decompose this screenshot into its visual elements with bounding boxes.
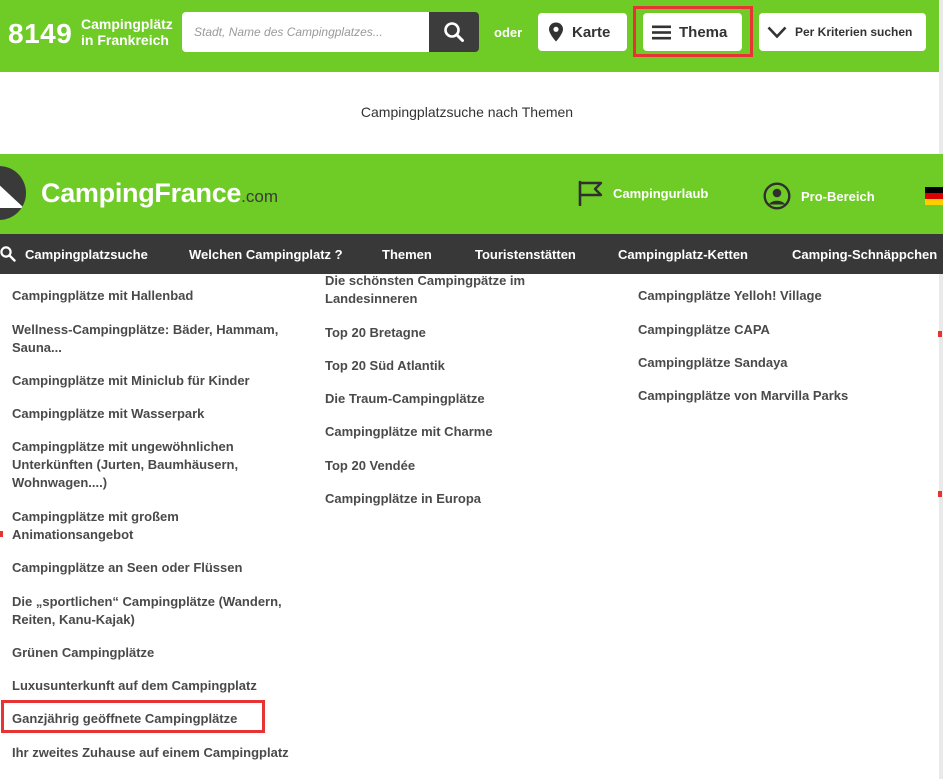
german-flag-icon[interactable] [925,187,943,205]
edge-marker [938,331,942,337]
search-icon [444,22,464,42]
nav-item-campingplatzsuche[interactable]: Campingplatzsuche [25,247,148,262]
pro-area-label: Pro-Bereich [801,188,875,204]
logo-mark[interactable] [0,166,26,220]
edge-marker [938,491,942,497]
theme-link-top20-sued-atlantik[interactable]: Top 20 Süd Atlantik [325,357,585,375]
flag-icon [578,180,603,206]
or-label: oder [494,25,523,40]
menu-icon [652,25,671,39]
search-button[interactable] [429,12,479,52]
theme-link-wellness[interactable]: Wellness-Campingplätze: Bäder, Hammam, S… [12,321,294,357]
campsite-count-label: Campingplätz in Frankreich [81,16,181,48]
theme-link-hallenbad[interactable]: Campingplätze mit Hallenbad [12,287,302,305]
campsite-count: 8149 [8,18,73,49]
logo-suffix: .com [241,187,278,206]
user-circle-icon [763,182,791,210]
nav-item-campingplatz-ketten[interactable]: Campingplatz-Ketten [618,247,748,262]
theme-link-europa[interactable]: Campingplätze in Europa [325,490,585,508]
nav-item-camping-schnaeppchen[interactable]: Camping-Schnäppchen [792,247,937,262]
theme-link-gruen[interactable]: Grünen Campingplätze [12,644,302,662]
theme-link-top20-vendee[interactable]: Top 20 Vendée [325,457,585,475]
nav-search-icon [0,246,16,262]
nav-item-touristenstaetten[interactable]: Touristenstätten [475,247,576,262]
theme-link-sportlich[interactable]: Die „sportlichen“ Campingplätze (Wandern… [12,593,294,629]
map-button-label: Karte [572,23,611,41]
site-logo[interactable]: CampingFrance.com [41,178,278,209]
pro-area-link[interactable]: Pro-Bereich [763,182,875,210]
theme-link-ganzjaehrig[interactable]: Ganzjährig geöffnete Campingplätze [12,710,302,728]
criteria-search-label: Per Kriterien suchen [795,25,913,39]
nav-item-themen[interactable]: Themen [382,247,432,262]
count-label-line-1: Campingplätz [81,16,173,32]
campingurlaub-label: Campingurlaub [613,185,709,201]
count-label-line-2: in Frankreich [81,32,169,48]
campingurlaub-link[interactable]: Campingurlaub [577,180,708,206]
nav-item-welchen-campingplatz[interactable]: Welchen Campingplatz ? [189,247,343,262]
tent-icon [0,185,24,208]
theme-button[interactable]: Thema [643,13,742,51]
theme-link-animation[interactable]: Campingplätze mit großem Animationsangeb… [12,508,212,544]
main-navigation: Campingplatzsuche Welchen Campingplatz ?… [0,234,943,274]
theme-button-label: Thema [679,23,728,41]
criteria-search-button[interactable]: Per Kriterien suchen [759,13,926,51]
theme-link-sandaya[interactable]: Campingplätze Sandaya [638,354,928,372]
chevron-down-icon [767,26,787,38]
site-header: CampingFrance.com Campingurlaub Pro-Bere… [0,154,943,234]
page: 8149 Campingplätz in Frankreich oder Kar… [0,0,943,779]
map-pin-icon [549,22,563,42]
theme-link-wasserpark[interactable]: Campingplätze mit Wasserpark [12,405,302,423]
theme-link-zweites-zuhause[interactable]: Ihr zweites Zuhause auf einem Campingpla… [12,744,312,762]
theme-link-landesinneren[interactable]: Die schönsten Campingpätze im Landesinne… [325,272,555,308]
theme-link-ungewoehnliche-unterkuenfte[interactable]: Campingplätze mit ungewöhnlichen Unterkü… [12,438,262,492]
logo-main: CampingFrance [41,178,242,208]
theme-link-capa[interactable]: Campingplätze CAPA [638,321,928,339]
theme-link-seen-fluesse[interactable]: Campingplätze an Seen oder Flüssen [12,559,302,577]
theme-link-charme[interactable]: Campingplätze mit Charme [325,423,585,441]
theme-link-miniclub[interactable]: Campingplätze mit Miniclub für Kinder [12,372,302,390]
theme-link-luxus[interactable]: Luxusunterkunft auf dem Campingplatz [12,677,302,695]
theme-link-top20-bretagne[interactable]: Top 20 Bretagne [325,324,585,342]
edge-marker [0,531,3,537]
scrollbar-edge [939,0,943,779]
map-button[interactable]: Karte [538,13,627,51]
theme-link-marvilla[interactable]: Campingplätze von Marvilla Parks [638,387,928,405]
search-input[interactable] [182,12,429,52]
page-subheading: Campingplatzsuche nach Themen [360,104,574,120]
theme-link-yelloh-village[interactable]: Campingplätze Yelloh! Village [638,287,928,305]
top-search-bar: 8149 Campingplätz in Frankreich oder Kar… [0,0,943,72]
theme-link-traum[interactable]: Die Traum-Campingplätze [325,390,585,408]
